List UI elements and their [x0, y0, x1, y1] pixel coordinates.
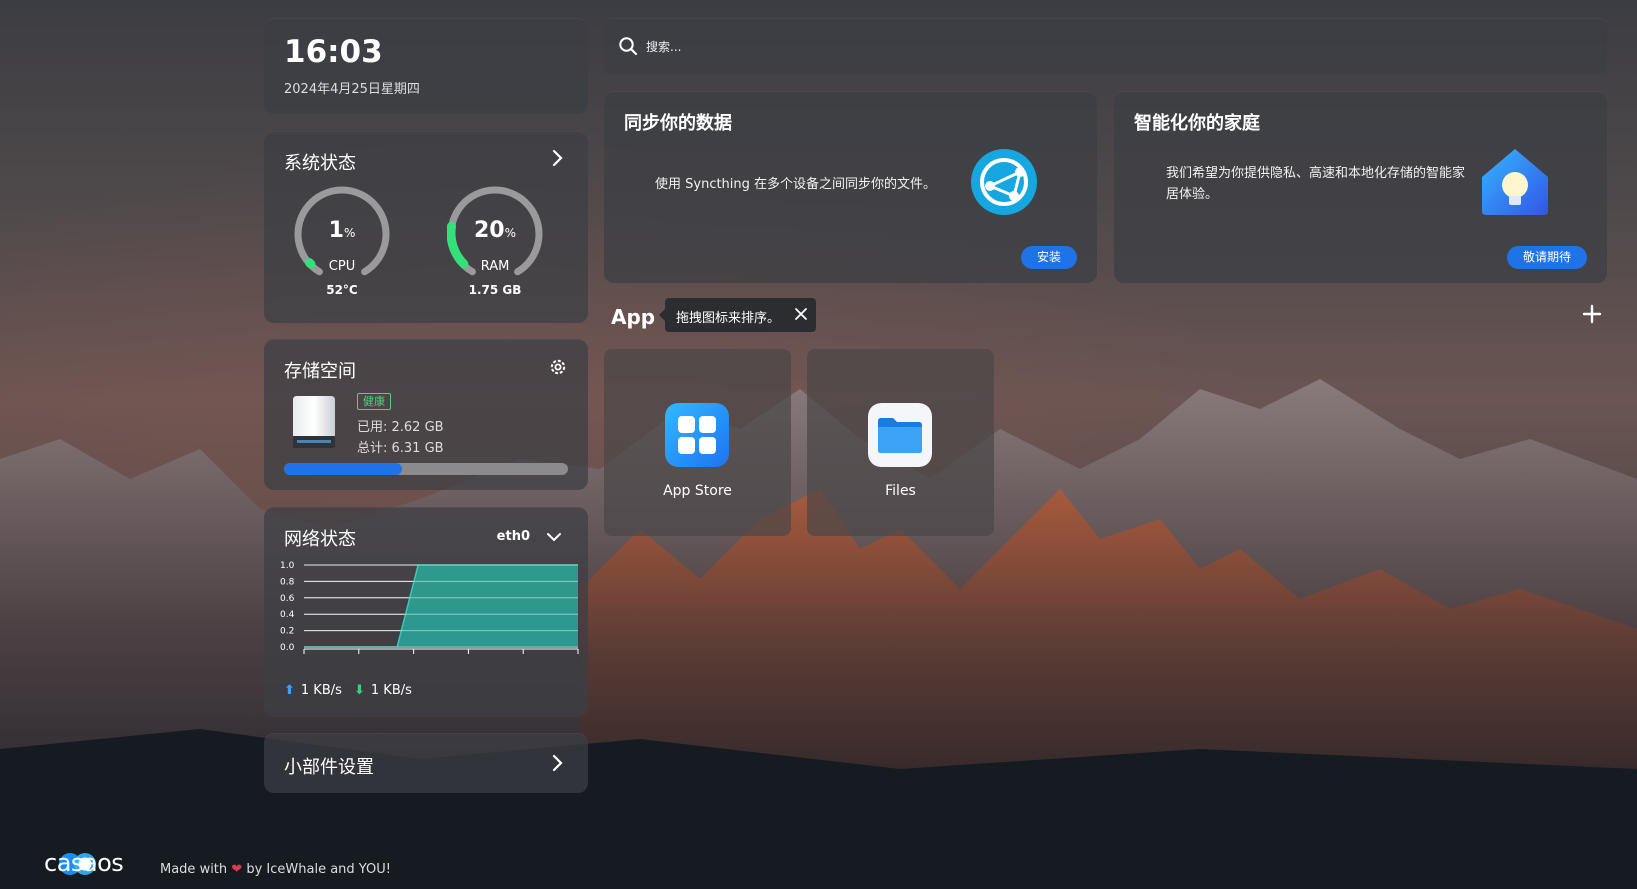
network-interface-select[interactable]: eth0: [497, 529, 530, 544]
clock-widget: 16:03 2024年4月25日星期四: [264, 18, 588, 114]
cpu-gauge: 1% CPU 52°C: [294, 185, 390, 297]
sync-promo-title: 同步你的数据: [624, 113, 732, 134]
storage-widget: 存储空间 健康 已用: 2.62 GB 总计: 6.31 GB: [264, 339, 588, 490]
chart-y-tick-label: 1.0: [280, 561, 295, 571]
cpu-unit: %: [343, 226, 356, 240]
ram-used: 1.75 GB: [468, 283, 522, 297]
app-tile-files[interactable]: Files: [807, 349, 994, 536]
app-tile-app-store[interactable]: App Store: [604, 349, 791, 536]
cpu-value: 1: [328, 218, 344, 243]
download-speed-value: 1 KB/s: [370, 683, 412, 698]
chart-series-area: [304, 565, 578, 647]
chevron-down-icon[interactable]: [544, 527, 564, 547]
footer-made-with: Made with: [160, 862, 228, 877]
ram-gauge: 20% RAM 1.75 GB: [447, 185, 543, 297]
folder-icon: [868, 403, 932, 467]
gear-icon[interactable]: [548, 357, 568, 377]
network-title: 网络状态: [284, 529, 356, 550]
upload-speed-value: 1 KB/s: [300, 683, 342, 698]
storage-usage-bar: [284, 463, 568, 475]
network-widget: 网络状态 eth0 1.0 0.8 0.6 0.4 0.2 0.0 ⬆ 1 KB/s ⬇ 1 …: [264, 507, 588, 717]
ram-label: RAM: [480, 259, 510, 274]
chevron-right-icon[interactable]: [546, 147, 568, 169]
cpu-temp: 52°C: [326, 283, 358, 297]
storage-used: 已用: 2.62 GB: [357, 420, 444, 435]
widget-settings-button[interactable]: 小部件设置: [264, 733, 588, 793]
footer-by: by IceWhale and YOU!: [246, 862, 391, 877]
download-speed: ⬇ 1 KB/s: [354, 683, 412, 698]
app-section-heading: App: [611, 305, 656, 329]
app-tile-label: Files: [885, 483, 916, 499]
smart-home-promo-title: 智能化你的家庭: [1134, 113, 1260, 134]
storage-total: 总计: 6.31 GB: [357, 441, 444, 456]
health-badge: 健康: [357, 393, 391, 410]
chart-y-tick-label: 0.0: [280, 643, 295, 653]
ram-unit: %: [504, 226, 517, 240]
casaos-logo-text: casaos: [44, 849, 124, 877]
heart-icon: ❤: [231, 862, 243, 877]
smart-home-promo-text: 我们希望为你提供隐私、高速和本地化存储的智能家居体验。: [1166, 166, 1466, 202]
app-tile-label: App Store: [663, 483, 732, 499]
chart-y-tick-label: 0.8: [280, 577, 295, 587]
search-icon: [619, 37, 638, 56]
ram-value: 20: [473, 218, 505, 243]
clock-time: 16:03: [284, 34, 383, 70]
footer-credit: Made with ❤ by IceWhale and YOU!: [160, 862, 391, 877]
chart-y-tick-label: 0.6: [280, 594, 295, 604]
close-icon[interactable]: [794, 307, 808, 321]
widget-settings-title: 小部件设置: [284, 757, 374, 778]
smart-home-promo-card: 智能化你的家庭 我们希望为你提供隐私、高速和本地化存储的智能家居体验。 敬请期待: [1114, 91, 1607, 283]
chart-y-tick-label: 0.4: [280, 610, 295, 620]
upload-arrow-icon: ⬆: [284, 683, 295, 698]
add-app-icon[interactable]: [1581, 303, 1603, 325]
drag-hint-tooltip: 拖拽图标来排序。: [659, 298, 816, 332]
chart-y-tick-label: 0.2: [280, 627, 294, 637]
cpu-label: CPU: [328, 259, 356, 274]
system-status-widget: 系统状态 1% CPU 52°C 20% RAM 1.75 GB: [264, 131, 588, 323]
sync-promo-text: 使用 Syncthing 在多个设备之间同步你的文件。: [655, 177, 937, 192]
app-store-icon: [665, 403, 729, 467]
install-button[interactable]: 安装: [1020, 246, 1077, 269]
search-bar: [604, 18, 1607, 74]
system-status-title: 系统状态: [284, 153, 356, 174]
drag-hint-text: 拖拽图标来排序。: [676, 311, 781, 326]
hard-disk-icon: [293, 396, 335, 448]
network-traffic-chart: 1.0 0.8 0.6 0.4 0.2 0.0: [280, 561, 579, 654]
syncthing-icon: [971, 149, 1037, 215]
clock-date: 2024年4月25日星期四: [284, 82, 420, 97]
download-arrow-icon: ⬇: [354, 683, 365, 698]
coming-soon-button[interactable]: 敬请期待: [1506, 246, 1587, 269]
smart-home-bulb-icon: [1482, 149, 1548, 215]
storage-title: 存储空间: [284, 361, 356, 382]
storage-usage-fill: [284, 463, 402, 475]
sync-promo-card: 同步你的数据 使用 Syncthing 在多个设备之间同步你的文件。 安装: [604, 91, 1097, 283]
chevron-right-icon: [552, 754, 563, 772]
search-input[interactable]: [644, 34, 1548, 60]
upload-speed: ⬆ 1 KB/s: [284, 683, 342, 698]
